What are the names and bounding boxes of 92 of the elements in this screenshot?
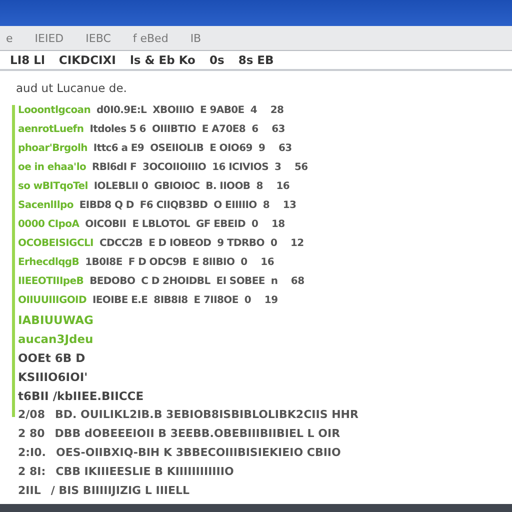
entry-name: Looontlgcoan xyxy=(18,105,91,116)
line-number: 2 8I: xyxy=(18,465,46,478)
entry-tag: 16 ICIVIOS xyxy=(212,162,268,173)
entry-name: oe in ehaa'lo xyxy=(18,162,86,173)
entry-name: 0000 CIpoA xyxy=(18,219,80,230)
entry-code: E D IOBEOD xyxy=(148,238,212,249)
entry-code: GBIOIOC xyxy=(154,181,200,192)
entry-number: 16 xyxy=(276,181,291,192)
header-text: LI8 Ll xyxy=(10,53,45,67)
entry-tag: GF EBEID xyxy=(196,219,246,230)
entry-number: 13 xyxy=(282,200,298,211)
entry-code: E LBLOTOL xyxy=(132,219,190,230)
entry-number: 16 xyxy=(260,257,275,268)
entry-number: 19 xyxy=(264,295,279,306)
entry-value: 8 xyxy=(262,200,271,211)
toolbar-item[interactable]: IEIED xyxy=(34,32,64,44)
header-text: ls & Eb Ko xyxy=(130,53,196,67)
entry-value: 0 xyxy=(240,257,248,268)
entry-code: C D 2HOIDBL xyxy=(141,276,210,287)
toolbar-item[interactable]: IB xyxy=(190,32,202,44)
entry-code: OSEIIOLIB xyxy=(150,143,204,154)
entry-number: 28 xyxy=(270,105,285,116)
entry-description: RBl6dI F xyxy=(92,162,137,173)
note-line: t6BII /kbIIEE.BIICCE xyxy=(18,388,144,402)
entry-value: 0 xyxy=(270,238,278,249)
note-line: KSIIIO6IOI' xyxy=(18,370,88,384)
entry-name: ErhecdlqgB xyxy=(18,257,80,268)
line-number: 2 80 xyxy=(18,427,45,440)
note-line: OOEt 6B D xyxy=(18,350,86,364)
line-number: 2IIL xyxy=(18,484,41,497)
entry-value: n xyxy=(270,276,279,287)
entry-value: 9 xyxy=(258,143,266,154)
entry-description: 1B0I8E xyxy=(85,257,122,268)
toolbar-item[interactable]: e xyxy=(6,32,13,44)
header-text: 8s EB xyxy=(238,53,274,67)
note-line: aucan3Jdeu xyxy=(18,332,94,346)
entry-value: 6 xyxy=(252,124,260,135)
entry-description: EIBD8 Q D xyxy=(79,200,134,211)
entry-name: SacenlIlpo xyxy=(18,200,74,211)
toolbar-item[interactable]: IEBC xyxy=(86,32,111,44)
entry-description: IOLEBLII 0 xyxy=(94,181,148,192)
entry-code: F6 CIIQB3BD xyxy=(140,200,208,211)
entry-number: 12 xyxy=(290,238,305,249)
entry-description: d0I0.9E:L xyxy=(96,105,147,116)
entry-tag: 9 TDRBO xyxy=(217,238,264,249)
entry-number: 68 xyxy=(290,276,306,287)
log-line: / BIS BIIIIIJIZIG L IIIELL xyxy=(50,484,190,497)
entry-tag: E 8IIBIO xyxy=(192,257,235,268)
entry-name: OIIUUIIIGOID xyxy=(18,295,86,306)
entry-description: BEDOBO xyxy=(90,276,136,287)
header-text: 0s xyxy=(209,53,224,67)
log-line: CBB IKIIIEESLIE B KIIIIIIIIIIIIO xyxy=(56,465,234,478)
entry-name: aenrotLuefn xyxy=(18,124,84,135)
entry-description: Itdoles 5 6 xyxy=(90,124,146,135)
entry-tag: E OIO69 xyxy=(210,143,252,154)
entry-description: OICOBII xyxy=(85,219,126,230)
entry-value: 0 xyxy=(244,295,252,306)
entry-value: 4 xyxy=(250,105,258,116)
entry-tag: O EIIIIIO xyxy=(214,200,257,211)
header-text: CIKDCIXI xyxy=(58,53,116,67)
log-line: DBB dOBEEEIOII B 3EEBB.OBEBIIIBIIBIEL L OIR xyxy=(54,427,340,440)
entry-description: CDCC2B xyxy=(99,238,143,249)
entry-tag: B. IIOOB xyxy=(206,181,250,192)
entry-tag: E 9AB0E xyxy=(200,105,244,116)
entry-name: phoar'Brgolh xyxy=(18,143,88,154)
entry-code: 8IB8I8 xyxy=(154,295,188,306)
entry-number: 63 xyxy=(272,124,286,135)
log-line: OES-OIIBXIQ-BIH K 3BBECOIIIBISIEKIEIO CBIIO xyxy=(56,446,341,459)
entry-value: 8 xyxy=(256,181,264,192)
entry-value: 0 xyxy=(251,219,260,230)
entry-code: F D ODC9B xyxy=(128,257,186,268)
entry-code: XBOIIIO xyxy=(152,105,194,116)
entry-number: 18 xyxy=(271,219,286,230)
line-number: 2:I0. xyxy=(18,446,46,459)
entry-code: 3OCOIIOIIIO xyxy=(142,162,206,173)
note-line: IABIUUWAG xyxy=(18,312,94,326)
toolbar-item[interactable]: f eBed xyxy=(132,32,168,44)
entry-tag: E A70E8 xyxy=(202,124,246,135)
entry-tag: E 7II8OE xyxy=(194,295,238,306)
entry-name: IIEEOTIIIpeB xyxy=(18,276,84,287)
entry-description: IEOIBE E.E xyxy=(92,295,148,306)
line-number: 2/08 xyxy=(18,408,45,421)
entry-name: OCOBEISIGCLI xyxy=(18,238,94,249)
entry-value: 3 xyxy=(274,162,282,173)
entry-code: OIIIBTIO xyxy=(152,124,196,135)
entry-number: 56 xyxy=(294,162,309,173)
entry-number: 63 xyxy=(278,143,293,154)
log-line: BD. OUILIKL2IB.B 3EBIOB8ISBIBLOLIBK2CIIS HHR xyxy=(54,408,358,421)
entry-name: so wBITqoTel xyxy=(18,181,88,192)
entry-tag: EI SOBEE xyxy=(216,276,265,287)
entry-description: Ittc6 a E9 xyxy=(93,143,144,154)
listing-heading: aud ut Lucanue de. xyxy=(16,81,128,95)
